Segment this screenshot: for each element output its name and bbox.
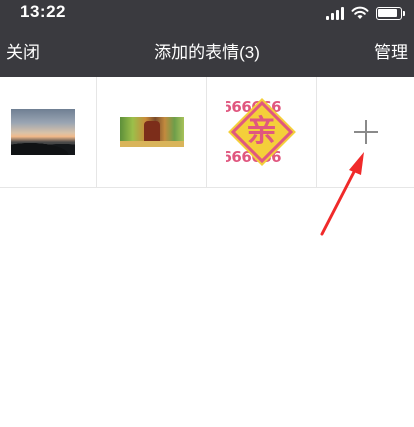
sticker-item[interactable] xyxy=(97,77,207,187)
status-icons xyxy=(326,5,405,21)
status-bar: 13:22 xyxy=(0,0,414,28)
qin-sticker-thumbnail: 666666 666666 亲 xyxy=(226,96,298,168)
temple-photo-thumbnail xyxy=(119,117,184,147)
sticker-grid: 666666 666666 亲 xyxy=(0,77,414,188)
status-time: 13:22 xyxy=(20,2,66,21)
battery-icon xyxy=(376,6,405,20)
nav-bar: 关闭 添加的表情(3) 管理 xyxy=(0,28,414,77)
page-title: 添加的表情(3) xyxy=(154,43,260,62)
sticker-char: 亲 xyxy=(246,114,277,149)
plus-icon[interactable] xyxy=(353,120,378,144)
wifi-icon xyxy=(351,6,369,19)
sunset-photo-thumbnail xyxy=(11,109,75,155)
manage-button[interactable]: 管理 xyxy=(374,28,408,77)
signal-icon xyxy=(326,6,344,20)
sticker-item[interactable]: 666666 666666 亲 xyxy=(207,77,317,187)
sticker-item[interactable] xyxy=(0,77,97,187)
add-sticker-button[interactable] xyxy=(317,77,414,187)
